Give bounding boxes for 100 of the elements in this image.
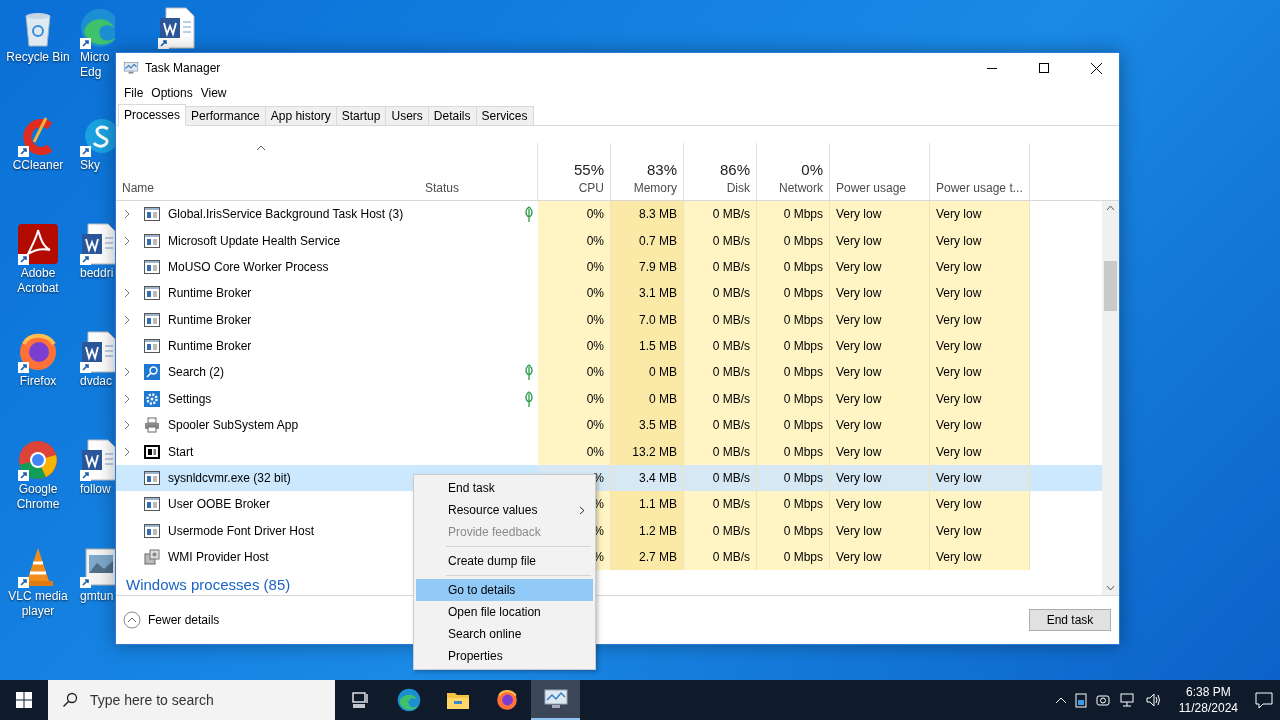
context-menu-item[interactable]: Open file location xyxy=(416,601,593,623)
process-name[interactable]: sysnldcvmr.exe (32 bit) xyxy=(168,470,291,485)
chevron-up-icon[interactable] xyxy=(1054,696,1067,704)
network-cell: 0 Mbps xyxy=(757,491,830,518)
power-usage-cell: Very low xyxy=(830,306,930,333)
power-trend-cell: Very low xyxy=(930,280,1030,307)
network-cell: 0 Mbps xyxy=(757,253,830,281)
desktop-icon-label: Acrobat xyxy=(17,281,59,296)
disk-cell: 0 MB/s xyxy=(684,517,757,544)
memory-cell: 1.2 MB xyxy=(611,517,684,544)
menu-item[interactable]: File xyxy=(120,86,148,100)
task-view-icon[interactable] xyxy=(349,691,370,709)
process-name[interactable]: Runtime Broker xyxy=(168,286,252,301)
memory-cell: 2.7 MB xyxy=(611,543,684,571)
word-document-icon[interactable] xyxy=(78,438,115,482)
menu-item[interactable]: Options xyxy=(147,86,197,100)
cpu-cell: 0% xyxy=(538,306,611,333)
end-task-button[interactable]: End task xyxy=(1029,609,1111,631)
disk-cell: 0 MB/s xyxy=(684,385,757,412)
desktop-icon-label: player xyxy=(21,604,55,619)
process-name[interactable]: WMI Provider Host xyxy=(168,550,269,565)
clock[interactable]: 6:38 PM 11/28/2024 xyxy=(1170,684,1246,716)
app-window-icon xyxy=(144,233,160,248)
column-header[interactable]: 0% Network xyxy=(757,143,830,200)
scroll-up-icon[interactable] xyxy=(1106,205,1115,211)
tab[interactable]: App history xyxy=(264,106,337,125)
process-name[interactable]: Search (2) xyxy=(168,365,225,380)
window-frame-icon xyxy=(144,444,160,459)
scroll-down-icon[interactable] xyxy=(1106,585,1115,591)
camera-icon[interactable] xyxy=(1094,692,1111,708)
process-name[interactable]: Runtime Broker xyxy=(168,312,252,327)
context-menu-item[interactable]: Properties xyxy=(416,645,593,667)
menu-item[interactable]: View xyxy=(196,86,231,100)
scrollbar-thumb[interactable] xyxy=(1104,261,1117,311)
word-document-icon[interactable] xyxy=(78,330,115,374)
task-manager-icon[interactable] xyxy=(542,688,569,710)
fewer-details-button[interactable]: Fewer details xyxy=(123,611,220,629)
power-trend-cell: Very low xyxy=(930,306,1030,333)
power-usage-cell: Very low xyxy=(830,412,930,439)
power-trend-cell: Very low xyxy=(930,438,1030,465)
process-name[interactable]: User OOBE Broker xyxy=(168,497,271,512)
context-menu-item[interactable]: Go to details xyxy=(416,579,593,601)
firefox-icon[interactable] xyxy=(494,688,519,712)
process-name[interactable]: Settings xyxy=(168,391,212,406)
context-menu-item[interactable]: Search online xyxy=(416,623,593,645)
tab[interactable]: Processes xyxy=(118,104,187,126)
close-icon[interactable] xyxy=(1090,62,1102,74)
power-usage-cell: Very low xyxy=(830,253,930,281)
column-header[interactable]: 86% Disk xyxy=(684,143,757,200)
process-name[interactable]: Start xyxy=(168,444,194,459)
tab[interactable]: Details xyxy=(427,106,477,125)
maximize-icon[interactable] xyxy=(1039,63,1049,73)
speaker-icon[interactable] xyxy=(1144,692,1163,708)
cpu-cell: 0% xyxy=(538,201,611,228)
edge-icon[interactable] xyxy=(395,687,422,713)
tab[interactable]: Services xyxy=(475,106,534,125)
disk-cell: 0 MB/s xyxy=(684,438,757,465)
process-name[interactable]: Runtime Broker xyxy=(168,339,252,354)
chrome-icon[interactable] xyxy=(16,438,60,482)
memory-cell: 1.5 MB xyxy=(611,332,684,360)
app-window-icon xyxy=(144,259,160,274)
taskbar-search-field[interactable]: Type here to search xyxy=(48,680,335,720)
memory-cell: 7.0 MB xyxy=(611,306,684,333)
app-window-icon xyxy=(144,286,160,301)
image-file-icon[interactable] xyxy=(78,545,115,589)
process-name[interactable]: MoUSO Core Worker Process xyxy=(168,259,329,274)
column-header[interactable]: 55% CPU xyxy=(538,143,611,200)
column-header[interactable]: Power usage xyxy=(830,143,930,200)
process-name[interactable]: Global.IrisService Background Task Host (3) xyxy=(168,207,404,222)
folder-icon[interactable] xyxy=(445,690,470,710)
power-trend-cell: Very low xyxy=(930,464,1030,492)
notification-icon[interactable] xyxy=(1254,691,1274,709)
group-header[interactable]: Windows processes (85) xyxy=(126,576,291,595)
column-header[interactable]: Power usage t... xyxy=(930,143,1030,200)
printer-icon xyxy=(144,417,160,434)
scrollbar[interactable] xyxy=(1102,201,1119,595)
column-header[interactable]: 83% Memory xyxy=(611,143,684,200)
edge-icon[interactable] xyxy=(78,6,115,50)
process-name[interactable]: Microsoft Update Health Service xyxy=(168,233,341,248)
sort-caret-icon xyxy=(256,145,266,151)
process-name[interactable]: Usermode Font Driver Host xyxy=(168,523,315,538)
word-document-icon[interactable] xyxy=(78,222,115,266)
process-name[interactable]: Spooler SubSystem App xyxy=(168,418,299,433)
tab[interactable]: Startup xyxy=(335,106,387,125)
column-header[interactable]: Name xyxy=(116,143,419,200)
tab[interactable]: Users xyxy=(385,106,429,125)
column-header[interactable]: Status xyxy=(419,143,538,200)
battery-icon[interactable] xyxy=(1074,692,1087,708)
network-cell: 0 Mbps xyxy=(757,359,830,386)
network-icon[interactable] xyxy=(1118,692,1137,708)
app-window-icon xyxy=(144,523,160,538)
acrobat-icon[interactable] xyxy=(16,222,60,266)
power-usage-cell: Very low xyxy=(830,227,930,254)
server-gear-icon xyxy=(144,549,160,566)
power-trend-cell: Very low xyxy=(930,359,1030,386)
disk-cell: 0 MB/s xyxy=(684,332,757,360)
tab[interactable]: Performance xyxy=(185,106,266,125)
desktop-icon-label: beddri xyxy=(79,266,114,281)
desktop-icon-label: follow xyxy=(79,482,111,497)
power-trend-cell: Very low xyxy=(930,385,1030,412)
